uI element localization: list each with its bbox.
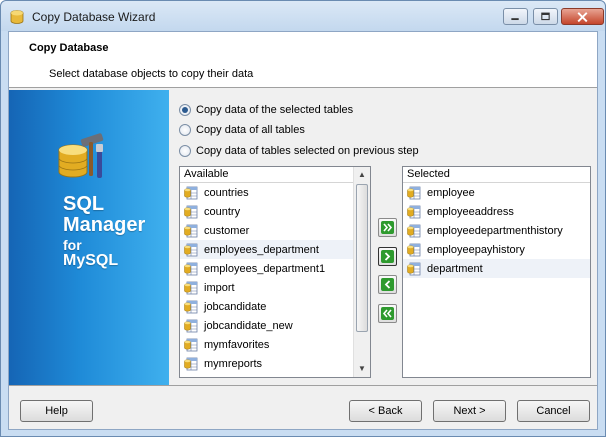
- wizard-header: Copy Database Select database objects to…: [9, 32, 597, 88]
- list-item-label: employee: [427, 186, 475, 199]
- product-name-line4: MySQL: [63, 252, 119, 269]
- list-item[interactable]: countries: [180, 183, 370, 202]
- product-name: SQL Manager for MySQL: [63, 194, 145, 269]
- list-item[interactable]: mymfavorites: [180, 335, 370, 354]
- maximize-icon: [541, 12, 550, 21]
- table-icon: [407, 186, 421, 199]
- available-list-header: Available: [180, 167, 370, 183]
- option-all-tables-label: Copy data of all tables: [196, 124, 305, 136]
- list-item-label: import: [204, 281, 235, 294]
- table-icon: [184, 205, 198, 218]
- close-icon: [577, 12, 588, 23]
- list-item-label: department: [427, 262, 483, 275]
- table-icon: [407, 262, 421, 275]
- page-title: Copy Database: [29, 42, 109, 54]
- page-subtitle: Select database objects to copy their da…: [49, 68, 254, 80]
- scroll-up-icon[interactable]: ▲: [354, 167, 370, 183]
- table-icon: [184, 338, 198, 351]
- selected-items: employee employeeaddress employeedepartmen…: [403, 183, 590, 278]
- product-name-line3: for: [63, 237, 82, 253]
- minimize-button[interactable]: [503, 8, 528, 25]
- product-name-line2: Manager: [63, 214, 146, 236]
- maximize-button[interactable]: [533, 8, 558, 25]
- table-icon: [407, 205, 421, 218]
- list-item-label: jobcandidate_new: [204, 319, 293, 332]
- move-left-button[interactable]: [378, 275, 397, 294]
- move-all-left-button[interactable]: [378, 304, 397, 323]
- selected-list[interactable]: Selected employee employeeaddress employee…: [402, 166, 591, 378]
- database-icon: [10, 10, 24, 24]
- product-logo-icon: [58, 133, 104, 178]
- list-item-label: jobcandidate: [204, 300, 267, 313]
- table-icon: [184, 300, 198, 313]
- list-item-label: employeedepartmenthistory: [427, 224, 563, 237]
- radio-selected-tables[interactable]: [179, 104, 191, 116]
- available-list[interactable]: Available countries country customer employ…: [179, 166, 371, 378]
- available-scrollbar[interactable]: ▲ ▼: [353, 167, 370, 377]
- option-previous-step[interactable]: Copy data of tables selected on previous…: [179, 143, 419, 159]
- list-item[interactable]: jobcandidate: [180, 297, 370, 316]
- list-item[interactable]: employees_department1: [180, 259, 370, 278]
- table-icon: [184, 224, 198, 237]
- next-button[interactable]: Next >: [433, 400, 506, 422]
- table-icon: [407, 224, 421, 237]
- wizard-window: Copy Database Wizard Copy Database Selec…: [0, 0, 606, 437]
- table-icon: [184, 262, 198, 275]
- scroll-down-icon[interactable]: ▼: [354, 361, 370, 377]
- wizard-client-area: Copy Database Select database objects to…: [8, 31, 598, 430]
- list-item-label: employees_department1: [204, 262, 326, 275]
- double-arrow-right-icon: [381, 221, 394, 234]
- list-item-label: employeeaddress: [427, 205, 514, 218]
- list-item-label: country: [204, 205, 241, 218]
- scrollbar-thumb[interactable]: [356, 184, 368, 332]
- table-icon: [184, 281, 198, 294]
- option-previous-step-label: Copy data of tables selected on previous…: [196, 145, 419, 157]
- double-arrow-left-icon: [381, 307, 394, 320]
- selected-list-header: Selected: [403, 167, 590, 183]
- title-bar[interactable]: Copy Database Wizard: [1, 1, 605, 31]
- radio-all-tables[interactable]: [179, 124, 191, 136]
- list-item[interactable]: customer: [180, 221, 370, 240]
- list-item[interactable]: jobcandidate_new: [180, 316, 370, 335]
- list-item[interactable]: employeepayhistory: [403, 240, 590, 259]
- table-icon: [407, 243, 421, 256]
- list-item[interactable]: import: [180, 278, 370, 297]
- list-item[interactable]: employeedepartmenthistory: [403, 221, 590, 240]
- table-icon: [184, 186, 198, 199]
- list-item-label: employees_department: [204, 243, 319, 256]
- list-item-label: customer: [204, 224, 250, 237]
- option-all-tables[interactable]: Copy data of all tables: [179, 122, 305, 138]
- table-icon: [184, 357, 198, 370]
- window-title: Copy Database Wizard: [32, 10, 156, 24]
- list-item[interactable]: country: [180, 202, 370, 221]
- list-item[interactable]: department: [403, 259, 590, 278]
- close-button[interactable]: [561, 8, 604, 25]
- radio-previous-step[interactable]: [179, 145, 191, 157]
- move-all-right-button[interactable]: [378, 218, 397, 237]
- table-icon: [184, 319, 198, 332]
- list-item[interactable]: employee: [403, 183, 590, 202]
- available-items: countries country customer employees_depart…: [180, 183, 370, 373]
- list-item-label: employeepayhistory: [427, 243, 525, 256]
- list-item-label: mymfavorites: [204, 338, 270, 351]
- minimize-icon: [511, 18, 519, 21]
- footer-divider: [9, 385, 597, 386]
- table-icon: [184, 243, 198, 256]
- help-button[interactable]: Help: [20, 400, 93, 422]
- option-selected-tables[interactable]: Copy data of the selected tables: [179, 102, 353, 118]
- back-button[interactable]: < Back: [349, 400, 422, 422]
- list-item[interactable]: employeeaddress: [403, 202, 590, 221]
- list-item-label: countries: [204, 186, 249, 199]
- arrow-left-icon: [381, 278, 394, 291]
- product-name-line1: SQL: [63, 193, 105, 215]
- list-item-label: mymreports: [204, 357, 263, 370]
- list-item[interactable]: employees_department: [180, 240, 370, 259]
- move-right-button[interactable]: [378, 247, 397, 266]
- cancel-button[interactable]: Cancel: [517, 400, 590, 422]
- product-banner: SQL Manager for MySQL: [9, 90, 169, 385]
- arrow-right-icon: [381, 250, 394, 263]
- list-item[interactable]: mymreports: [180, 354, 370, 373]
- option-selected-tables-label: Copy data of the selected tables: [196, 104, 354, 116]
